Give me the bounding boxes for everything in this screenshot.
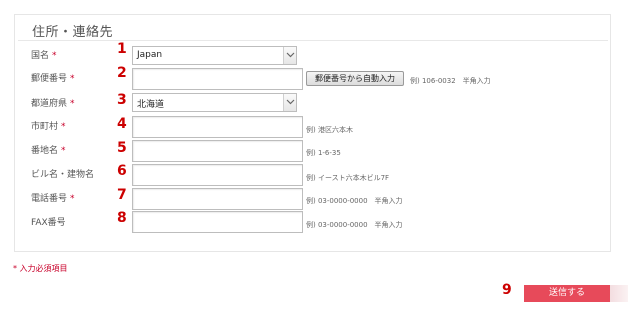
phone-hint: 例) 03-0000-0000 半角入力 (306, 197, 403, 205)
address-input[interactable] (132, 140, 303, 162)
building-label: ビル名・建物名 (31, 170, 95, 180)
title-divider (18, 40, 608, 41)
fax-label: FAX番号 (31, 218, 66, 228)
chevron-down-icon (283, 94, 296, 111)
annotation-number-9: 9 (502, 282, 512, 298)
phone-input[interactable] (132, 188, 303, 210)
zip-input[interactable] (132, 68, 303, 90)
phone-label: 電話番号 * (31, 194, 75, 204)
address-label: 番地名 * (31, 146, 66, 156)
chevron-down-icon (283, 47, 296, 64)
annotation-number-7: 7 (117, 187, 127, 203)
city-label: 市町村 * (31, 122, 66, 132)
prefecture-select[interactable]: 北海道 (132, 93, 297, 112)
section-title: 住所・連絡先 (32, 25, 114, 40)
zip-label: 郵便番号 * (31, 74, 75, 84)
building-input[interactable] (132, 164, 303, 186)
submit-button[interactable]: 送信する (524, 285, 610, 302)
required-fields-note: * 入力必須項目 (13, 264, 68, 273)
annotation-number-8: 8 (117, 210, 127, 226)
country-label: 国名 * (31, 51, 57, 61)
zip-autofill-button[interactable]: 郵便番号から自動入力 (306, 71, 404, 86)
building-hint: 例) イースト六本木ビル7F (306, 174, 390, 182)
annotation-number-5: 5 (117, 140, 127, 156)
country-select[interactable]: Japan (132, 46, 297, 65)
city-hint: 例) 港区六本木 (306, 126, 353, 134)
prefecture-label: 都道府県 * (31, 99, 75, 109)
annotation-number-1: 1 (117, 41, 127, 57)
annotation-number-3: 3 (117, 92, 127, 108)
submit-button-edge (610, 285, 628, 302)
country-select-value: Japan (137, 50, 163, 60)
zip-hint: 例) 106-0032 半角入力 (410, 77, 491, 85)
prefecture-select-value: 北海道 (137, 100, 165, 110)
address-hint: 例) 1-6-35 (306, 149, 341, 157)
fax-hint: 例) 03-0000-0000 半角入力 (306, 221, 403, 229)
annotation-number-2: 2 (117, 65, 127, 81)
annotation-number-6: 6 (117, 163, 127, 179)
city-input[interactable] (132, 116, 303, 138)
annotation-number-4: 4 (117, 116, 127, 132)
fax-input[interactable] (132, 211, 303, 233)
